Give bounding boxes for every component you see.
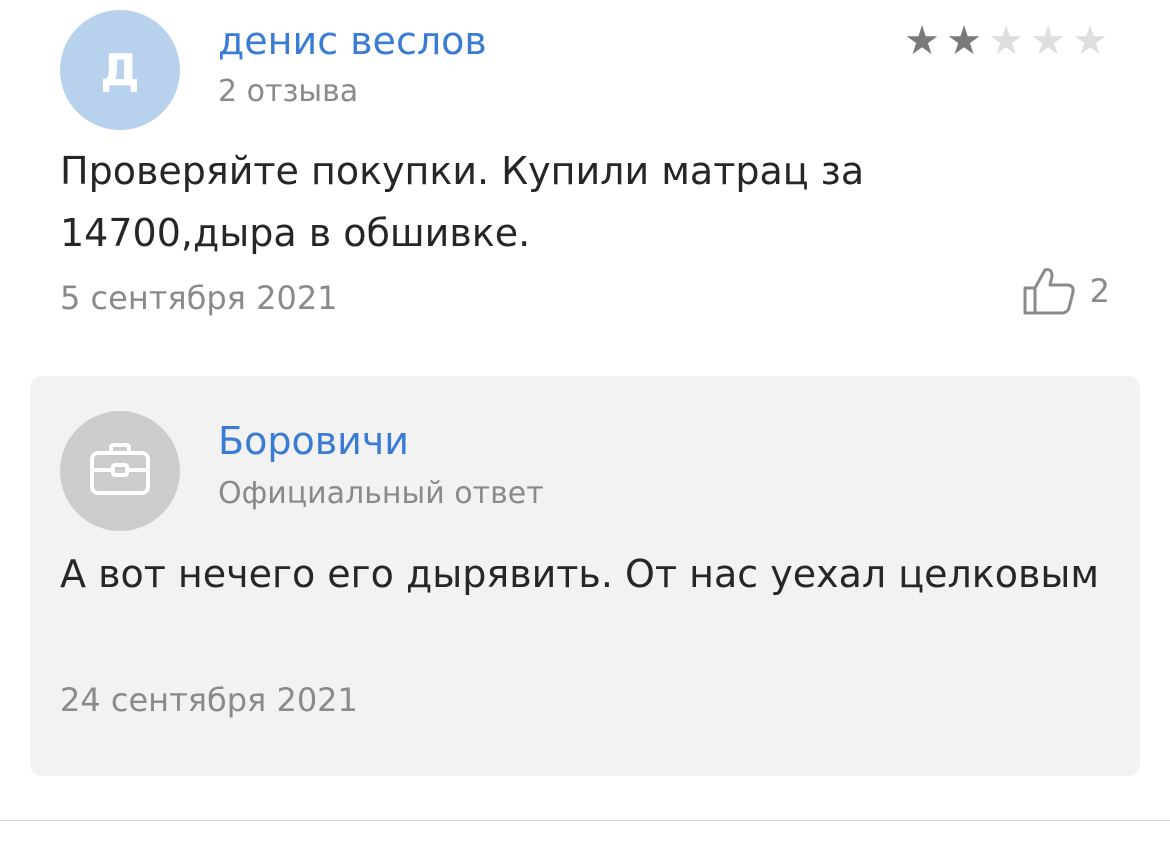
review-date: 5 сентября 2021	[60, 279, 338, 317]
reply-date: 24 сентября 2021	[60, 681, 358, 719]
star-icon: ★	[1030, 18, 1066, 64]
divider	[0, 820, 1170, 821]
thumbs-up-icon	[1022, 266, 1076, 316]
like-count: 2	[1089, 272, 1110, 310]
star-icon: ★	[946, 18, 982, 64]
official-reply-label: Официальный ответ	[218, 476, 544, 511]
author-reviews-count: 2 отзыва	[218, 74, 359, 109]
briefcase-icon	[89, 442, 151, 500]
organization-name[interactable]: Боровичи	[218, 418, 409, 464]
star-icon: ★	[988, 18, 1024, 64]
official-reply: Боровичи Официальный ответ А вот нечего …	[30, 376, 1140, 776]
like-button[interactable]: 2	[1022, 266, 1110, 316]
star-icon: ★	[1072, 18, 1108, 64]
author-name[interactable]: денис веслов	[218, 18, 487, 64]
review-card: Д денис веслов 2 отзыва ★ ★ ★ ★ ★ Провер…	[0, 0, 1170, 360]
star-rating: ★ ★ ★ ★ ★	[902, 18, 1110, 64]
organization-avatar[interactable]	[60, 411, 180, 531]
star-icon: ★	[904, 18, 940, 64]
reply-text: А вот нечего его дырявить. От нас уехал …	[60, 552, 1100, 596]
avatar[interactable]: Д	[60, 10, 180, 130]
review-text: Проверяйте покупки. Купили матрац за 147…	[60, 149, 865, 255]
avatar-initial: Д	[100, 44, 140, 96]
